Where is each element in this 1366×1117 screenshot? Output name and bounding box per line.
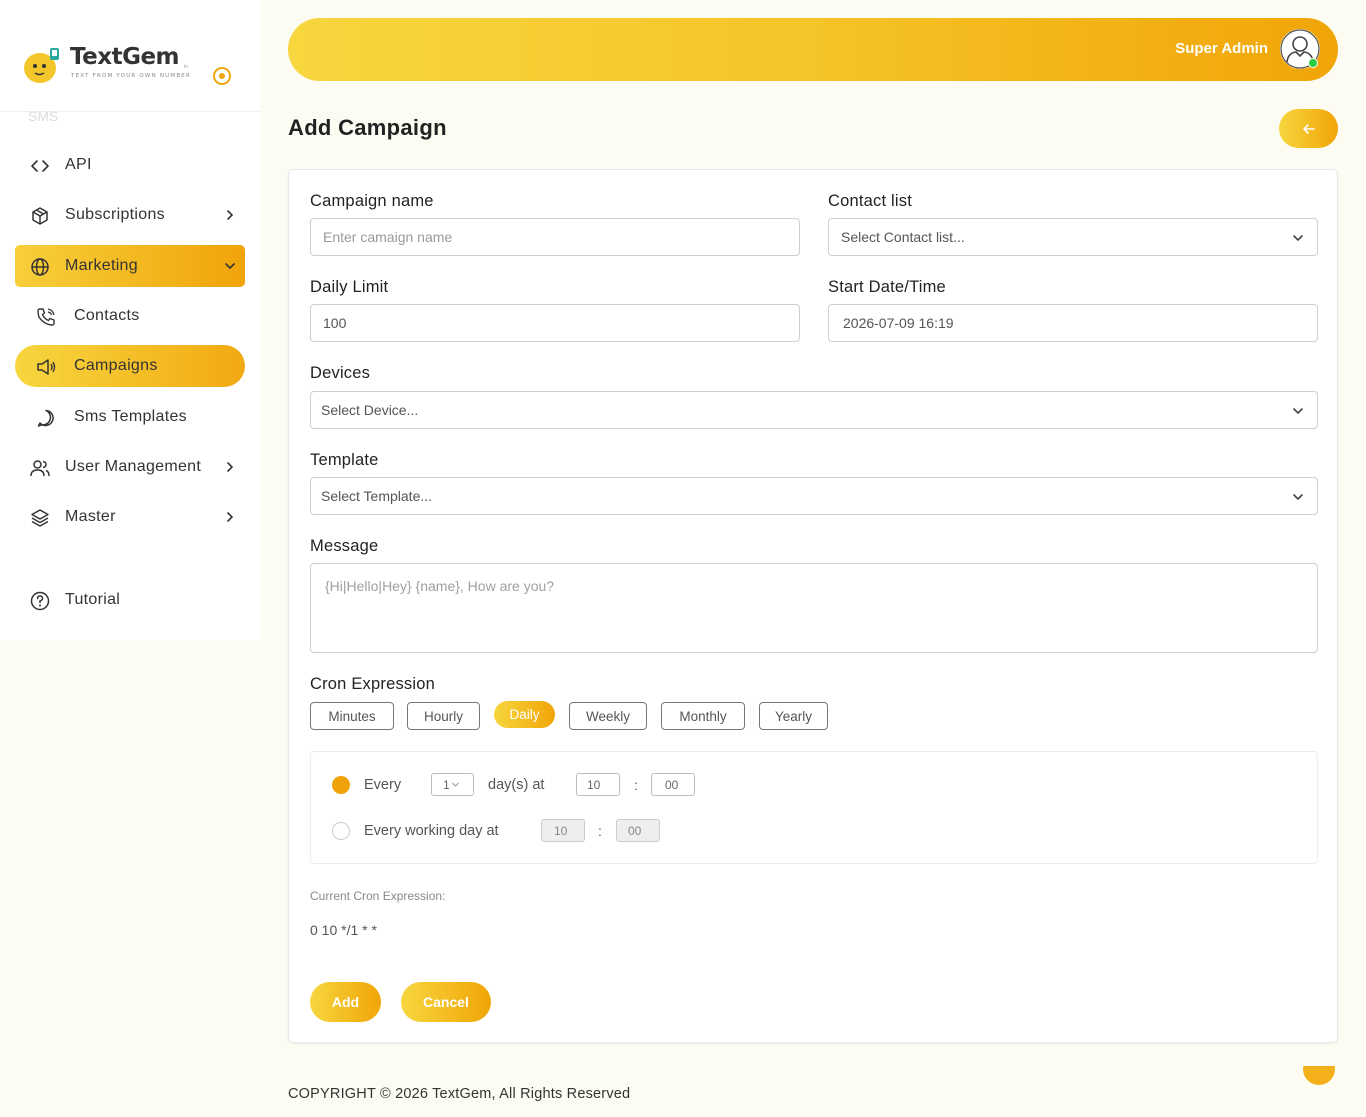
cron-expression-label: Cron Expression	[310, 675, 435, 693]
chat-icon	[37, 409, 54, 427]
contact-list-placeholder: Select Contact list...	[841, 229, 965, 245]
page-title: Add Campaign	[288, 115, 447, 140]
start-datetime-input[interactable]: 2026-07-09 16:19	[828, 304, 1318, 342]
daily-limit-input[interactable]: 100	[310, 304, 800, 342]
hour-select[interactable]: 10	[576, 773, 620, 796]
sidebar-item-label: Subscriptions	[65, 206, 165, 223]
cancel-button[interactable]: Cancel	[401, 982, 491, 1022]
sidebar-item-sms-templates[interactable]: Sms Templates	[15, 396, 245, 438]
help-circle-icon	[30, 591, 50, 611]
devices-label: Devices	[310, 364, 371, 382]
every-days-select[interactable]: 1	[431, 773, 474, 796]
contact-list-label: Contact list	[828, 192, 913, 210]
phone-icon	[37, 308, 55, 326]
layers-icon	[31, 509, 49, 527]
top-header: Super Admin	[288, 18, 1338, 81]
tab-minutes[interactable]: Minutes	[310, 702, 394, 730]
current-cron-value: 0 10 */1 * *	[310, 922, 377, 938]
sidebar-item-tutorial[interactable]: Tutorial	[15, 579, 245, 621]
every-days-radio[interactable]	[332, 776, 350, 794]
every-label: Every	[364, 777, 402, 793]
sidebar-item-label: Tutorial	[65, 591, 121, 608]
sidebar: TextGem TEXT FROM YOUR OWN NUMBER in SMS…	[0, 0, 260, 640]
arrow-left-icon	[1302, 123, 1315, 134]
tab-monthly[interactable]: Monthly	[661, 702, 745, 730]
chevron-down-icon	[451, 782, 459, 787]
tab-weekly[interactable]: Weekly	[569, 702, 647, 730]
sidebar-item-label: Contacts	[74, 307, 140, 324]
template-select[interactable]: Select Template...	[310, 477, 1318, 515]
working-time-separator: :	[598, 823, 602, 839]
box-icon	[32, 207, 48, 225]
chevron-down-icon	[225, 263, 235, 270]
sidebar-item-subscriptions[interactable]: Subscriptions	[15, 194, 245, 236]
add-campaign-form: Campaign name Enter camaign name Contact…	[288, 169, 1338, 1043]
chevron-down-icon	[1293, 408, 1303, 415]
scroll-to-top-button[interactable]	[1303, 1066, 1335, 1085]
devices-placeholder: Select Device...	[321, 402, 419, 418]
sidebar-item-user-management[interactable]: User Management	[15, 446, 245, 488]
sidebar-item-label: Sms Templates	[74, 408, 187, 425]
sidebar-item-sms-partial[interactable]: SMS	[28, 108, 108, 122]
chevron-down-icon	[1293, 235, 1303, 242]
sidebar-item-contacts[interactable]: Contacts	[15, 295, 245, 337]
users-icon	[30, 460, 50, 477]
code-icon	[31, 160, 49, 172]
devices-select[interactable]: Select Device...	[310, 391, 1318, 429]
message-label: Message	[310, 537, 379, 555]
brand-header: TextGem TEXT FROM YOUR OWN NUMBER in	[0, 0, 260, 112]
tab-yearly[interactable]: Yearly	[759, 702, 828, 730]
working-day-label: Every working day at	[364, 823, 499, 839]
sidebar-item-label: API	[65, 156, 92, 173]
chevron-right-icon	[227, 210, 234, 220]
chevron-right-icon	[227, 462, 234, 472]
current-cron-label: Current Cron Expression:	[310, 889, 446, 903]
megaphone-icon	[37, 359, 56, 375]
sidebar-item-label: Master	[65, 508, 116, 525]
every-days-value: 1	[443, 777, 450, 792]
sidebar-item-campaigns[interactable]: Campaigns	[15, 345, 245, 387]
globe-icon	[31, 258, 49, 276]
daily-limit-label: Daily Limit	[310, 278, 389, 296]
sidebar-item-label: Marketing	[65, 257, 138, 274]
working-day-radio[interactable]	[332, 822, 350, 840]
campaign-name-input[interactable]: Enter camaign name	[310, 218, 800, 256]
start-datetime-label: Start Date/Time	[828, 278, 946, 296]
message-textarea[interactable]: {Hi|Hello|Hey} {name}, How are you?	[310, 563, 1318, 653]
sidebar-item-master[interactable]: Master	[15, 496, 245, 538]
working-minute-select[interactable]: 00	[616, 819, 660, 842]
user-name[interactable]: Super Admin	[1175, 40, 1268, 57]
campaign-name-label: Campaign name	[310, 192, 434, 210]
sidebar-item-label: User Management	[65, 458, 202, 475]
time-separator: :	[634, 777, 638, 793]
daily-cron-options: Every 1 day(s) at 10 : 00 Every working …	[310, 751, 1318, 864]
gem-mascot-icon	[24, 48, 59, 83]
contact-list-select[interactable]: Select Contact list...	[828, 218, 1318, 256]
brand-tagline: TEXT FROM YOUR OWN NUMBER	[71, 73, 191, 79]
sidebar-item-api[interactable]: API	[15, 144, 245, 186]
sidebar-toggle-icon[interactable]	[212, 66, 232, 86]
brand-suffix: in	[184, 64, 188, 70]
tab-daily[interactable]: Daily	[494, 701, 555, 728]
chevron-right-icon	[227, 512, 234, 522]
minute-select[interactable]: 00	[651, 773, 695, 796]
footer-copyright: COPYRIGHT © 2026 TextGem, All Rights Res…	[288, 1086, 631, 1102]
working-hour-select[interactable]: 10	[541, 819, 585, 842]
days-at-label: day(s) at	[488, 777, 545, 793]
brand-name: TextGem	[70, 44, 180, 70]
online-status-icon	[1308, 58, 1318, 68]
sidebar-item-label: Campaigns	[74, 357, 158, 374]
tab-hourly[interactable]: Hourly	[407, 702, 480, 730]
template-placeholder: Select Template...	[321, 488, 433, 504]
sidebar-item-marketing[interactable]: Marketing	[15, 245, 245, 287]
template-label: Template	[310, 451, 379, 469]
add-button[interactable]: Add	[310, 982, 381, 1022]
back-button[interactable]	[1279, 109, 1338, 148]
chevron-down-icon	[1293, 494, 1303, 501]
